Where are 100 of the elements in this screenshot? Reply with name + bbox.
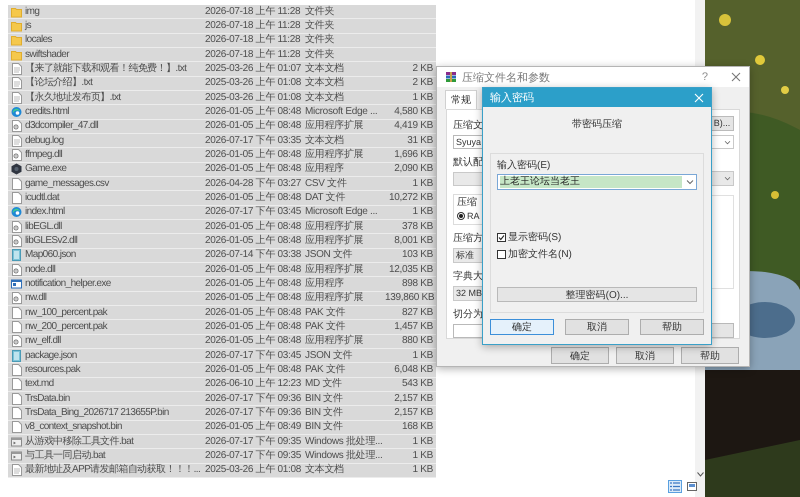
file-name[interactable]: v8_context_snapshot.bin xyxy=(25,421,205,434)
file-name[interactable]: 【来了就能下载和观看！纯免费！】.txt xyxy=(25,62,205,75)
file-type: 文件夹 xyxy=(305,6,336,18)
dictionary-dropdown[interactable]: 32 MB xyxy=(453,286,483,302)
text-field[interactable] xyxy=(710,323,734,338)
file-name[interactable]: 最新地址及APP请发邮箱自动获取！！！... xyxy=(25,464,205,476)
file-type: JSON 文件 xyxy=(305,249,354,262)
file-name[interactable]: 【永久地址发布页】.txt xyxy=(25,92,205,104)
file-name[interactable]: nw_200_percent.pak xyxy=(25,320,205,333)
split-field[interactable] xyxy=(453,324,483,338)
window-title: 输入密码 xyxy=(490,90,534,105)
file-date: 2026-01-05 上午 08:48 xyxy=(205,320,302,333)
file-name[interactable]: Game.exe xyxy=(25,163,205,176)
dialog-button[interactable]: 帮助 xyxy=(640,319,704,335)
file-name[interactable]: 与工具一同启动.bat xyxy=(25,450,205,462)
checkbox-option[interactable]: 显示密码(S) xyxy=(497,230,697,244)
file-size: 1 KB xyxy=(412,450,433,462)
browse-button[interactable]: B)... xyxy=(710,116,734,131)
file-size: 880 KB xyxy=(400,335,433,348)
file-date: 2026-07-17 下午 03:45 xyxy=(205,350,302,362)
blank-file-icon xyxy=(11,178,22,190)
tab[interactable]: 常规 xyxy=(445,90,477,109)
file-date: 2026-01-05 上午 08:48 xyxy=(205,364,302,376)
file-name[interactable]: nw.dll xyxy=(25,292,205,304)
checkbox-option[interactable]: 加密文件名(N) xyxy=(497,247,697,261)
file-date: 2026-01-05 上午 08:48 xyxy=(205,306,302,319)
file-name[interactable]: notification_helper.exe xyxy=(25,278,205,290)
help-button[interactable]: ? xyxy=(702,71,708,83)
file-name[interactable]: node.dll xyxy=(25,264,205,276)
file-date: 2026-01-05 上午 08:48 xyxy=(205,220,302,233)
file-size: 2 KB xyxy=(412,77,433,90)
file-date: 2026-01-05 上午 08:48 xyxy=(205,278,302,290)
gear-file-icon xyxy=(11,264,22,276)
file-name[interactable]: libEGL.dll xyxy=(25,220,205,233)
dialog-button[interactable]: 帮助 xyxy=(681,347,739,364)
file-name[interactable]: libGLESv2.dll xyxy=(25,234,205,247)
password-field[interactable]: 上老王论坛当老王 xyxy=(497,174,697,190)
file-name[interactable]: locales xyxy=(25,34,205,46)
file-size: 1,457 KB xyxy=(393,320,433,333)
dialog-button[interactable]: 确定 xyxy=(551,347,609,364)
organize-passwords-button[interactable]: 整理密码(O)... xyxy=(497,287,697,302)
method-dropdown[interactable]: 标准 xyxy=(453,248,483,264)
file-date: 2026-04-28 下午 03:27 xyxy=(205,178,302,190)
radio-option[interactable]: RA xyxy=(457,210,482,221)
field-label: 输入密码(E) xyxy=(497,160,552,172)
file-size: 543 KB xyxy=(400,378,433,390)
file-name[interactable]: resources.pak xyxy=(25,364,205,376)
file-date: 2025-03-26 上午 01:08 xyxy=(205,464,302,476)
file-name[interactable]: Map060.json xyxy=(25,249,205,262)
file-date: 2026-01-05 上午 08:48 xyxy=(205,192,302,204)
file-date: 2025-03-26 上午 01:07 xyxy=(205,62,302,75)
close-icon[interactable] xyxy=(731,72,741,82)
blank-file-icon xyxy=(11,421,22,434)
archive-name-field[interactable]: Syuya xyxy=(453,135,483,149)
file-name[interactable]: js xyxy=(25,20,205,32)
profile-dropdown[interactable] xyxy=(453,172,483,186)
chevron-down-icon[interactable] xyxy=(724,176,731,182)
file-size: 1 KB xyxy=(412,350,433,362)
file-name[interactable]: img xyxy=(25,6,205,18)
dialog-button[interactable]: 取消 xyxy=(565,319,629,335)
chevron-down-icon[interactable] xyxy=(724,140,731,145)
view-toggle-button[interactable] xyxy=(685,480,699,493)
file-type: BIN 文件 xyxy=(305,421,344,434)
file-type: 文本文档 xyxy=(305,464,345,476)
checkbox[interactable] xyxy=(497,250,506,258)
text-file-icon xyxy=(11,62,22,75)
checkbox[interactable] xyxy=(497,232,506,242)
file-name[interactable]: nw_100_percent.pak xyxy=(25,306,205,319)
file-name[interactable]: package.json xyxy=(25,350,205,362)
file-name[interactable]: text.md xyxy=(25,378,205,390)
chevron-down-icon[interactable] xyxy=(684,177,696,187)
dialog-button[interactable]: 确定 xyxy=(490,319,554,335)
dialog-button[interactable]: 取消 xyxy=(616,347,674,364)
file-name[interactable]: ffmpeg.dll xyxy=(25,148,205,161)
file-name[interactable]: TrsData.bin xyxy=(25,392,205,405)
gear-file-icon xyxy=(11,120,22,132)
chevron-down-icon[interactable] xyxy=(696,472,704,477)
gear-file-icon xyxy=(11,292,22,304)
file-name[interactable]: index.html xyxy=(25,206,205,218)
file-type: 文件夹 xyxy=(305,34,336,46)
gear-file-icon xyxy=(11,234,22,247)
radio-icon[interactable] xyxy=(457,212,465,220)
file-name[interactable]: nw_elf.dll xyxy=(25,335,205,348)
file-name[interactable]: swiftshader xyxy=(25,48,205,61)
file-name[interactable]: 【论坛介绍】.txt xyxy=(25,77,205,90)
view-toggle-button[interactable] xyxy=(668,480,682,493)
window-title: 压缩文件名和参数 xyxy=(462,70,550,84)
folder-icon xyxy=(11,6,22,18)
file-date: 2026-07-18 上午 11:28 xyxy=(205,20,302,32)
file-type: PAK 文件 xyxy=(305,320,346,333)
file-date: 2026-01-05 上午 08:48 xyxy=(205,292,302,304)
file-name[interactable]: d3dcompiler_47.dll xyxy=(25,120,205,132)
browser-icon xyxy=(11,206,22,218)
file-name[interactable]: credits.html xyxy=(25,106,205,118)
file-name[interactable]: icudtl.dat xyxy=(25,192,205,204)
file-name[interactable]: game_messages.csv xyxy=(25,178,205,190)
file-name[interactable]: debug.log xyxy=(25,134,205,147)
file-name[interactable]: 从游戏中移除工具文件.bat xyxy=(25,436,205,448)
file-size: 827 KB xyxy=(400,306,433,319)
file-name[interactable]: TrsData_Bing_2026717 213655P.bin xyxy=(25,406,205,419)
